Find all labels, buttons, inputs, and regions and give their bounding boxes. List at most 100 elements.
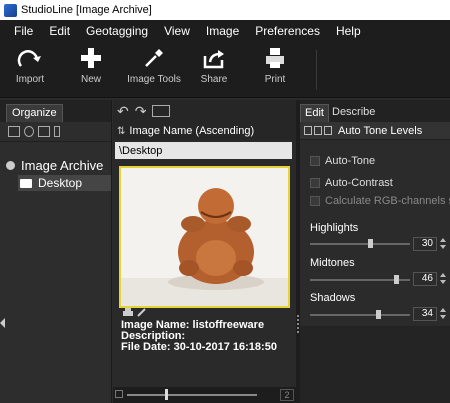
image-tools-button[interactable]: Image Tools <box>124 46 184 85</box>
midtones-slider[interactable] <box>310 275 410 284</box>
browser-panel: ↶ ↷ ⇅ Image Name (Ascending) \Desktop Im… <box>113 100 296 403</box>
image-metadata: Image Name: listoffreeware Description: … <box>121 320 277 353</box>
menu-view[interactable]: View <box>164 24 190 38</box>
share-label: Share <box>200 74 228 85</box>
thumbnail-size-value[interactable]: 2 <box>280 389 294 401</box>
tab-edit[interactable]: Edit <box>300 104 329 122</box>
thumbnail-size-slider[interactable] <box>165 389 168 400</box>
menu-preferences[interactable]: Preferences <box>255 24 320 38</box>
menu-file[interactable]: File <box>14 24 33 38</box>
auto-tone-levels-header[interactable]: Auto Tone Levels <box>300 122 450 140</box>
tool-icon-2 <box>314 126 322 135</box>
sort-bar[interactable]: ⇅ Image Name (Ascending) <box>113 122 296 140</box>
menu-geotagging[interactable]: Geotagging <box>86 24 148 38</box>
tree-root-label: Image Archive <box>21 158 104 173</box>
toolbar-separator <box>316 50 317 90</box>
menu-edit[interactable]: Edit <box>49 24 70 38</box>
import-button[interactable]: Import <box>0 46 60 85</box>
thumbnail-size-bar: 2 <box>113 387 296 403</box>
highlights-label: Highlights <box>310 222 359 234</box>
tab-describe[interactable]: Describe <box>332 106 375 118</box>
tree-desktop[interactable]: Desktop <box>18 175 111 191</box>
calc-rgb-checkbox[interactable]: Calculate RGB-channels se <box>310 195 450 207</box>
organize-icon-bar <box>0 122 111 142</box>
meta-name-value: listoffreeware <box>192 319 265 331</box>
edit-tabbar: Edit Describe <box>300 100 450 122</box>
shadows-spinner[interactable] <box>438 307 448 321</box>
midtones-label: Midtones <box>310 257 355 269</box>
search-icon[interactable] <box>24 126 34 137</box>
tool-title: Auto Tone Levels <box>338 124 423 137</box>
highlights-thumb[interactable] <box>368 239 373 248</box>
tab-organize[interactable]: Organize <box>6 104 63 122</box>
browser-nav: ↶ ↷ <box>113 100 296 122</box>
printer-icon <box>266 48 284 68</box>
print-label: Print <box>264 74 286 85</box>
share-button[interactable]: Share <box>184 46 244 85</box>
buddha-figurine-image <box>121 168 288 306</box>
menu-bar: File Edit Geotagging View Image Preferen… <box>0 20 450 42</box>
auto-tone-box[interactable] <box>310 156 320 166</box>
calc-rgb-box[interactable] <box>310 196 320 206</box>
menu-help[interactable]: Help <box>336 24 361 38</box>
shadows-value[interactable]: 34 <box>413 307 437 321</box>
title-bar: StudioLine [Image Archive] <box>0 0 450 20</box>
tool-icon-1 <box>304 126 312 135</box>
import-label: Import <box>15 74 45 85</box>
auto-tone-label: Auto-Tone <box>325 155 376 167</box>
import-icon <box>17 50 41 67</box>
tool-icon-3 <box>324 126 332 135</box>
eyedropper-icon <box>145 49 163 67</box>
info-icon[interactable] <box>54 126 60 137</box>
auto-contrast-checkbox[interactable]: Auto-Contrast <box>310 177 393 189</box>
toolbar: Import New Image Tools Share Print <box>0 42 450 98</box>
table-icon[interactable] <box>38 126 50 137</box>
new-button[interactable]: New <box>61 46 121 85</box>
midtones-thumb[interactable] <box>394 275 399 284</box>
sort-label: Image Name (Ascending) <box>129 125 255 137</box>
splitter-grip[interactable] <box>297 315 299 333</box>
organize-tabbar: Organize <box>0 100 111 122</box>
new-label: New <box>80 74 101 85</box>
small-thumb-icon[interactable] <box>115 390 123 398</box>
plus-icon <box>81 48 101 68</box>
edit-small-icon <box>137 308 146 317</box>
add-folder-icon[interactable] <box>8 126 20 137</box>
edit-panel: Edit Describe Auto Tone Levels Auto-Tone… <box>300 100 450 403</box>
highlights-value[interactable]: 30 <box>413 237 437 251</box>
back-arrow-icon[interactable]: ↶ <box>117 103 129 120</box>
auto-tone-checkbox[interactable]: Auto-Tone <box>310 155 375 167</box>
midtones-spinner[interactable] <box>438 272 448 286</box>
highlights-spinner[interactable] <box>438 237 448 251</box>
meta-date-label: File Date: <box>121 341 171 353</box>
print-button[interactable]: Print <box>245 46 305 85</box>
view-mode-icon[interactable] <box>152 105 171 117</box>
shadows-slider[interactable] <box>310 310 410 319</box>
tree-child-label: Desktop <box>38 176 83 190</box>
menu-image[interactable]: Image <box>206 24 239 38</box>
image-thumbnail[interactable] <box>119 166 290 308</box>
organize-panel: Organize Image Archive Desktop <box>0 100 112 403</box>
highlights-slider[interactable] <box>310 239 410 248</box>
app-icon <box>4 3 17 17</box>
shadows-thumb[interactable] <box>376 310 381 319</box>
calc-rgb-label: Calculate RGB-channels se <box>325 195 450 207</box>
thumbnail-icons <box>123 308 147 317</box>
midtones-value[interactable]: 46 <box>413 272 437 286</box>
folder-icon <box>20 178 32 188</box>
auto-contrast-label: Auto-Contrast <box>325 177 393 189</box>
shadows-label: Shadows <box>310 292 356 304</box>
collapse-left-icon[interactable] <box>0 318 5 328</box>
tree-image-archive[interactable]: Image Archive <box>6 158 103 173</box>
forward-arrow-icon[interactable]: ↷ <box>135 103 147 120</box>
print-small-icon <box>123 308 133 316</box>
thumbnail-size-track[interactable] <box>127 394 257 396</box>
archive-icon <box>6 161 15 170</box>
path-field[interactable]: \Desktop <box>115 142 292 159</box>
window-title: StudioLine [Image Archive] <box>21 4 152 16</box>
meta-date-value: 30-10-2017 16:18:50 <box>173 341 277 353</box>
edit-panel-empty-area <box>300 326 450 403</box>
sort-icon: ⇅ <box>117 125 126 137</box>
auto-contrast-box[interactable] <box>310 178 320 188</box>
share-icon <box>203 50 224 69</box>
